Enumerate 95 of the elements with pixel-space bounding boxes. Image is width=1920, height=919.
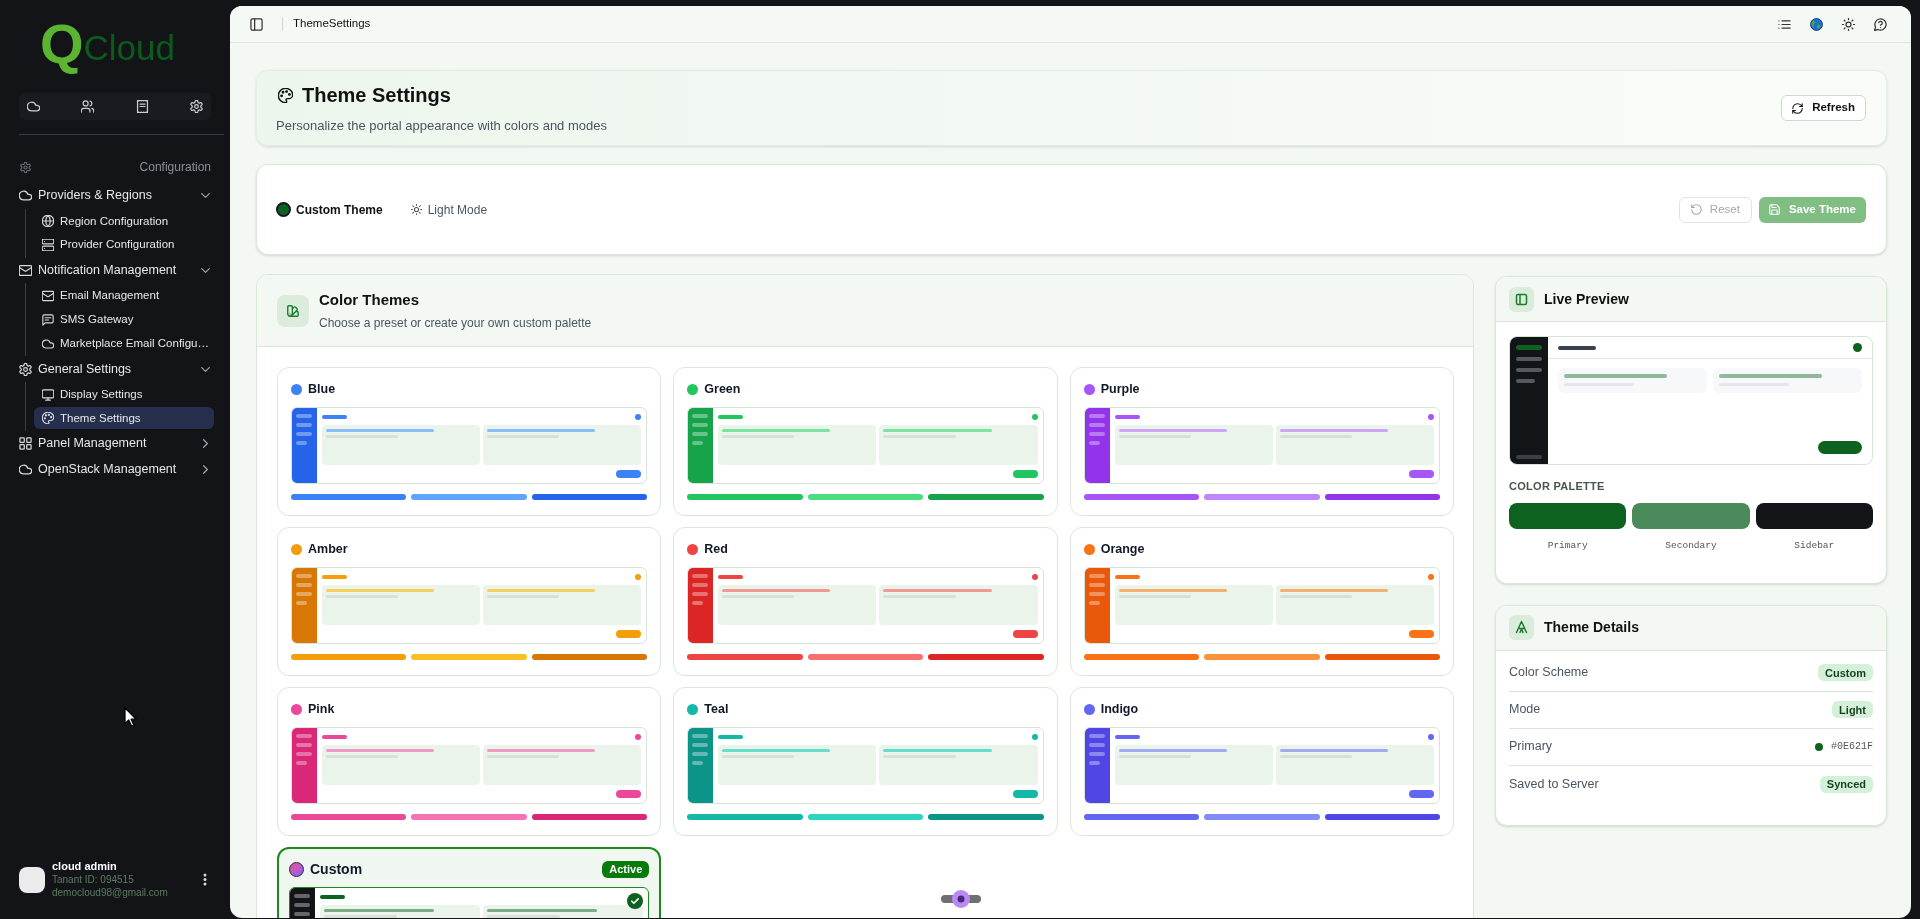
hex-value: #0E621F <box>1831 740 1873 755</box>
theme-card[interactable]: Teal <box>673 687 1058 836</box>
detail-label: Color Scheme <box>1509 664 1589 682</box>
theme-card[interactable]: Orange <box>1069 527 1454 676</box>
theme-card[interactable]: Purple <box>1069 367 1454 516</box>
nav-item[interactable]: SMS Gateway <box>34 308 214 331</box>
user-name: cloud admin <box>52 860 118 873</box>
status-badge: Light <box>1832 701 1873 719</box>
page-title: Theme Settings <box>302 83 451 109</box>
section-label: Configuration <box>139 159 211 176</box>
font-icon <box>1509 615 1534 641</box>
list-icon[interactable] <box>1778 17 1791 31</box>
theme-name: Indigo <box>1100 700 1139 718</box>
sun-icon[interactable] <box>1842 17 1855 31</box>
more-icon[interactable] <box>203 873 207 886</box>
save-icon <box>1768 204 1780 215</box>
theme-name: Pink <box>308 700 335 718</box>
cloud-icon <box>19 189 32 203</box>
refresh-icon <box>1792 102 1804 114</box>
gear-icon[interactable] <box>190 100 203 113</box>
detail-label: Primary <box>1509 738 1553 756</box>
detail-label: Mode <box>1509 701 1541 719</box>
nav-item[interactable]: Display Settings <box>34 383 214 406</box>
nav-item[interactable]: Marketplace Email Configu… <box>34 332 214 355</box>
theme-name: Teal <box>704 700 729 718</box>
sun-icon <box>410 204 422 215</box>
globe-icon[interactable] <box>1810 17 1823 31</box>
tenant-id: Tanant ID: 094515 <box>52 873 135 886</box>
theme-card[interactable]: Blue <box>277 367 662 516</box>
mode-label: Light Mode <box>427 201 488 219</box>
nav-item[interactable]: OpenStack Management <box>0 456 230 482</box>
theme-name: Green <box>704 380 741 398</box>
monitor-icon <box>42 388 54 401</box>
refresh-button[interactable]: Refresh <box>1781 95 1866 121</box>
reset-icon <box>1690 204 1702 215</box>
palette-icon <box>278 87 293 103</box>
cloud-icon <box>19 462 32 476</box>
theme-card[interactable]: Amber <box>277 527 662 676</box>
users-icon[interactable] <box>81 100 95 113</box>
logo-mark: Q <box>40 16 84 72</box>
help-icon[interactable] <box>1874 17 1887 31</box>
nav-item[interactable]: Panel Management <box>0 431 230 457</box>
nav-item[interactable]: Providers & Regions <box>0 183 230 209</box>
globe-icon <box>42 215 54 228</box>
page-subtitle: Personalize the portal appearance with colors and modes <box>276 117 607 136</box>
theme-card[interactable]: Indigo <box>1069 687 1454 836</box>
receipt-icon[interactable] <box>135 100 149 113</box>
swatch-label: Primary <box>1546 538 1589 553</box>
user-email: democloud98@gmail.com <box>52 886 169 899</box>
theme-name: Custom <box>310 859 363 879</box>
palette-heading: COLOR PALETTE <box>1509 479 1606 494</box>
card-title: Color Themes <box>319 290 421 311</box>
gear-icon <box>20 161 31 173</box>
theme-card[interactable]: Custom Active <box>277 847 662 918</box>
panel-icon <box>1509 286 1534 312</box>
swatch-book-icon <box>277 294 309 327</box>
mouse-cursor-icon <box>124 707 137 727</box>
card-title: Live Preview <box>1544 289 1629 309</box>
nav-item[interactable]: Theme Settings <box>34 407 214 430</box>
swatch-label: Sidebar <box>1793 538 1836 553</box>
theme-card[interactable]: Green <box>673 367 1058 516</box>
grid-icon <box>19 437 32 451</box>
cloud-icon <box>42 337 54 350</box>
theme-name: Amber <box>308 540 348 558</box>
logo-text: Cloud <box>83 29 175 65</box>
server-icon <box>42 239 54 251</box>
theme-name: Blue <box>308 380 336 398</box>
nav-item[interactable]: Region Configuration <box>34 210 214 233</box>
active-badge: Active <box>602 860 650 878</box>
status-badge: Synced <box>1819 775 1873 793</box>
breadcrumb: ThemeSettings <box>293 16 371 32</box>
gear-icon <box>19 362 32 376</box>
mail-icon <box>42 290 54 302</box>
palette-icon <box>42 412 54 425</box>
card-title: Theme Details <box>1544 618 1639 638</box>
floating-widget-icon[interactable] <box>940 889 982 909</box>
mail-icon <box>19 264 32 277</box>
user-avatar <box>19 866 45 893</box>
theme-card[interactable]: Pink <box>277 687 662 836</box>
detail-label: Saved to Server <box>1509 775 1599 793</box>
sidebar-toggle-icon[interactable] <box>250 17 263 31</box>
theme-name: Orange <box>1100 540 1145 558</box>
message-icon <box>42 313 54 326</box>
swatch-label: Secondary <box>1664 538 1718 553</box>
theme-card[interactable]: Red <box>673 527 1058 676</box>
nav-item[interactable]: Email Management <box>34 285 214 307</box>
status-badge: Custom <box>1818 664 1873 682</box>
nav-item[interactable]: Notification Management <box>0 257 230 284</box>
nav-item[interactable]: General Settings <box>0 356 230 382</box>
nav-item[interactable]: Provider Configuration <box>34 234 214 256</box>
theme-name: Red <box>704 540 728 558</box>
theme-label: Custom Theme <box>296 201 383 219</box>
theme-name: Purple <box>1100 380 1140 398</box>
cloud-icon[interactable] <box>27 100 40 113</box>
card-subtitle: Choose a preset or create your own custom palette <box>319 314 592 332</box>
